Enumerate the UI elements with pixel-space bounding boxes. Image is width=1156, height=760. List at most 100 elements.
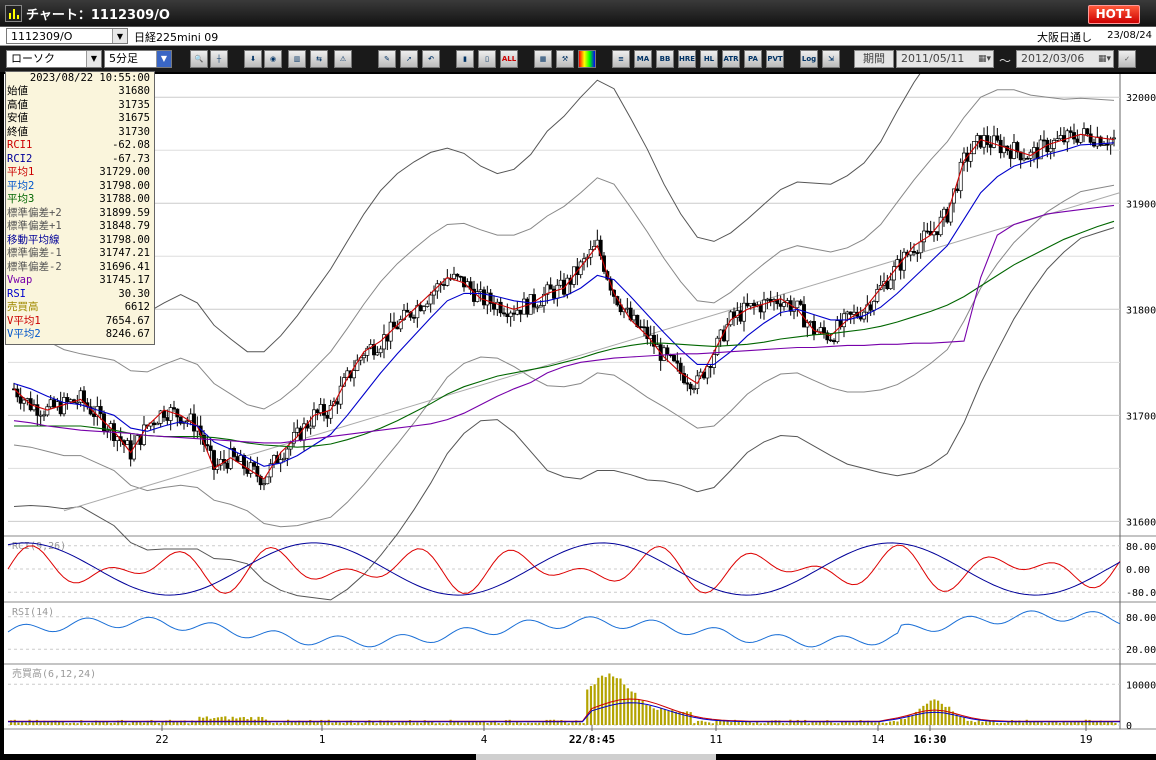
indicator-icon[interactable]: ≡	[612, 50, 630, 68]
hl-button[interactable]: HL	[700, 50, 718, 68]
time-tick-label: 16:30	[913, 733, 946, 746]
checkbox-icon[interactable]: ✓	[1118, 50, 1136, 68]
chevron-down-icon[interactable]: ▼	[112, 29, 127, 43]
volume-bar	[744, 721, 748, 725]
candle-body	[325, 414, 330, 419]
candle-body	[58, 401, 63, 415]
candle-body	[888, 279, 893, 289]
databox-value: 7654.67	[105, 314, 150, 327]
volume-bar	[490, 722, 493, 725]
databox-row: 平均3 31788.00	[6, 193, 154, 207]
databox-value: 31798.00	[99, 179, 150, 192]
hre-button[interactable]: HRE	[678, 50, 696, 68]
ma-button[interactable]: MA	[634, 50, 652, 68]
candle-body	[395, 326, 400, 330]
log-button[interactable]: Log	[800, 50, 818, 68]
symbol-code-select[interactable]: 1112309/O ▼	[6, 28, 128, 44]
grid-icon[interactable]: ▦	[534, 50, 552, 68]
chart-canvas[interactable]: RCI(9,26) RSI(14) 売買高(6,12,24) 32000 3190…	[4, 1, 1156, 754]
candle-body	[995, 135, 1000, 141]
volume-bar	[829, 722, 833, 725]
volume-bar	[911, 715, 914, 725]
volume-bar	[541, 722, 545, 725]
volume-bar	[593, 684, 596, 725]
cursor-icon[interactable]: ➚	[400, 50, 418, 68]
price-tick-label: 31600	[1126, 517, 1156, 528]
volume-bar	[962, 717, 966, 725]
wrench-icon[interactable]: ⚒	[556, 50, 574, 68]
volume-bar	[35, 719, 39, 725]
volume-bar	[988, 721, 991, 725]
date-from-field[interactable]: 2011/05/11 ▦▾	[896, 50, 994, 68]
atr-button[interactable]: ATR	[722, 50, 740, 68]
databox-label: Vwap	[7, 274, 33, 286]
crosshair-icon[interactable]: ┼	[210, 50, 228, 68]
volume-bar	[896, 721, 899, 725]
databox-label: 標準偏差-2	[7, 260, 62, 273]
export-icon[interactable]: ⇲	[822, 50, 840, 68]
volume-bar	[471, 722, 474, 725]
date-to-field[interactable]: 2012/03/06 ▦▾	[1016, 50, 1114, 68]
hot-badge[interactable]: HOT1	[1088, 5, 1140, 24]
candle-body	[508, 312, 513, 318]
candle-body	[975, 135, 980, 142]
volume-bar	[973, 722, 977, 725]
chevron-down-icon[interactable]: ▼	[156, 51, 171, 67]
volume-bar	[501, 723, 504, 725]
candle-body	[708, 366, 713, 368]
volume-bar	[785, 723, 788, 725]
all-button[interactable]: ALL	[500, 50, 518, 68]
candle-body	[1052, 139, 1056, 149]
databox-label: 平均2	[7, 179, 35, 192]
period-button[interactable]: 期間	[854, 50, 894, 68]
warning-icon[interactable]: ⚠	[334, 50, 352, 68]
volume-bar	[877, 722, 881, 725]
candle-range-icon[interactable]: ▯	[478, 50, 496, 68]
candle-body	[625, 307, 630, 310]
volume-bar	[338, 722, 341, 725]
time-tick-label: 1	[319, 733, 326, 746]
time-scrollbar[interactable]	[476, 754, 716, 760]
candle-body	[712, 354, 716, 368]
bar-chart-icon[interactable]: ▥	[288, 50, 306, 68]
current-date: 23/08/24	[1107, 30, 1152, 41]
databox-row: V平均1 7654.67	[6, 315, 154, 329]
candle-body	[48, 399, 53, 408]
candle-body	[405, 309, 410, 313]
volume-bar	[427, 721, 430, 725]
candle-body	[955, 188, 960, 192]
volume-bar	[833, 723, 836, 725]
undo-icon[interactable]: ↶	[422, 50, 440, 68]
chevron-down-icon[interactable]: ▼	[86, 51, 101, 67]
pvt-button[interactable]: PVT	[766, 50, 784, 68]
pencil-icon[interactable]: ✎	[378, 50, 396, 68]
volume-bar	[977, 720, 980, 725]
chart-type-select[interactable]: ローソク ▼	[6, 50, 102, 68]
pa-button[interactable]: PA	[744, 50, 762, 68]
volume-bar	[438, 722, 441, 725]
candle-body	[392, 321, 396, 328]
rsi-tick-label: 80.00	[1126, 613, 1156, 624]
download-icon[interactable]: ⬇	[244, 50, 262, 68]
candle-body	[442, 284, 446, 286]
volume-bar	[966, 720, 969, 725]
candle-body	[675, 360, 680, 364]
candle-body	[1022, 157, 1026, 161]
bb-button[interactable]: BB	[656, 50, 674, 68]
alert-icon[interactable]: ◉	[264, 50, 282, 68]
calendar-icon[interactable]: ▦▾	[1098, 51, 1111, 67]
split-icon[interactable]: ⇆	[310, 50, 328, 68]
candle-body	[915, 252, 920, 254]
color-palette-icon[interactable]	[578, 50, 596, 68]
databox-label: 売買高	[7, 301, 39, 313]
volume-bar	[327, 719, 330, 725]
interval-select[interactable]: 5分足 ▼	[104, 50, 172, 68]
databox-value: 6612	[124, 301, 150, 313]
zoom-icon[interactable]: 🔍	[190, 50, 208, 68]
candle-icon[interactable]: ▮	[456, 50, 474, 68]
calendar-icon[interactable]: ▦▾	[978, 51, 991, 67]
databox-label: RCI1	[7, 139, 33, 151]
rsi-panel: RSI(14)	[7, 607, 1121, 650]
candle-body	[455, 273, 460, 277]
candle-body	[1055, 138, 1060, 141]
